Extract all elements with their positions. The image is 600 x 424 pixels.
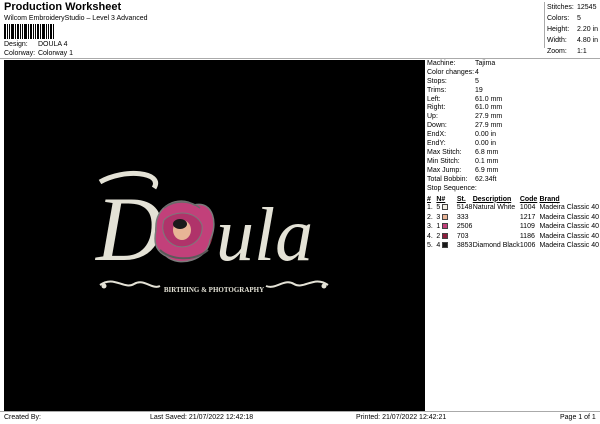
col-code: Code: [519, 195, 538, 203]
col-brand: Brand: [539, 195, 560, 203]
left-flourish: [99, 280, 161, 288]
embroidery-artwork: D ula BIRTHING & PHOTOGRAPHY: [94, 170, 329, 294]
stat-colors: Colors: 5: [547, 15, 581, 22]
stat-zoom: Zoom: 1:1: [547, 48, 587, 55]
info-max-stitch: Max Stitch: 6.8 mm: [427, 148, 499, 156]
stat-height: Height: 2.20 in: [547, 26, 599, 33]
software-subtitle: Wilcom EmbroideryStudio – Level 3 Advanc…: [4, 15, 148, 22]
col-n: N#: [436, 195, 446, 203]
stop-sequence-title: Stop Sequence:: [427, 185, 477, 192]
info-down: Down: 27.9 mm: [427, 122, 503, 130]
color-swatch: [442, 242, 449, 249]
col-description: Description: [472, 195, 512, 203]
info-max-jump: Max Jump: 6.9 mm: [427, 166, 499, 174]
info-trims: Trims: 19: [427, 86, 483, 94]
right-flourish: [265, 280, 329, 288]
production-worksheet: Production Worksheet Wilcom EmbroiderySt…: [0, 0, 600, 424]
footer-page-number: Page 1 of 1: [560, 414, 596, 421]
info-right: Right: 61.0 mm: [427, 104, 503, 112]
color-swatch: [442, 204, 449, 211]
color-swatch: [442, 232, 449, 239]
design-label: Design:: [4, 41, 28, 48]
design-preview: D ula BIRTHING & PHOTOGRAPHY: [4, 60, 425, 411]
logo-letter-d: D: [94, 178, 162, 280]
info-min-stitch: Min Stitch: 0.1 mm: [427, 157, 499, 165]
info-endx: EndX: 0.00 in: [427, 131, 497, 139]
table-row: 5. 4 3853 Diamond Black 1006 Madeira Cla…: [427, 242, 599, 250]
colorway-value: Colorway 1: [37, 50, 73, 57]
stat-stitches: Stitches: 12545: [547, 4, 597, 11]
table-row: 4. 2 703 1186 Madeira Classic 40: [427, 232, 599, 240]
page-title: Production Worksheet: [4, 1, 122, 13]
stat-width: Width: 4.80 in: [547, 37, 599, 44]
barcode: [4, 24, 56, 39]
info-up: Up: 27.9 mm: [427, 113, 503, 121]
info-total-bobbin: Total Bobbin: 62.34ft: [427, 175, 497, 183]
rose-icon: [154, 200, 215, 263]
footer-printed: Printed: 21/07/2022 12:42:21: [356, 414, 447, 421]
footer-created-by: Created By:: [4, 414, 41, 421]
info-left: Left: 61.0 mm: [427, 95, 503, 103]
header-divider: [0, 58, 600, 59]
color-swatch: [442, 213, 449, 220]
logo-letters-ula: ula: [216, 193, 313, 277]
table-row: 1. 5 5148 Natural White 1004 Madeira Cla…: [427, 204, 599, 212]
info-stops: Stops: 5: [427, 77, 479, 85]
colorway-row: Colorway: Colorway 1: [4, 50, 73, 57]
table-header-row: # N# St. Description Code Brand: [427, 195, 599, 203]
table-row: 3. 1 2506 1109 Madeira Classic 40: [427, 223, 599, 231]
machine-info-panel: Machine: Tajima Color changes: 4 Stops: 5 T…: [427, 60, 599, 184]
footer: Created By: Last Saved: 21/07/2022 12:42…: [0, 411, 600, 424]
table-row: 2. 3 333 1217 Madeira Classic 40: [427, 213, 599, 221]
col-st: St.: [456, 195, 466, 203]
info-color-changes: Color changes: 4: [427, 68, 479, 76]
colorway-label: Colorway:: [4, 50, 36, 57]
stats-panel: Stitches: 12545 Colors: 5 Height: 2.20 in W…: [544, 2, 600, 55]
logo-tagline: BIRTHING & PHOTOGRAPHY: [164, 286, 264, 294]
design-name-row: Design: DOULA 4: [4, 41, 68, 48]
info-machine: Machine: Tajima: [427, 60, 496, 67]
stop-sequence-table: # N# St. Description Code Brand 1. 5 514…: [427, 195, 599, 251]
color-swatch: [442, 223, 449, 230]
info-endy: EndY: 0.00 in: [427, 140, 497, 148]
footer-last-saved: Last Saved: 21/07/2022 12:42:18: [150, 414, 254, 421]
design-value: DOULA 4: [37, 41, 68, 48]
col-num: #: [427, 195, 431, 203]
